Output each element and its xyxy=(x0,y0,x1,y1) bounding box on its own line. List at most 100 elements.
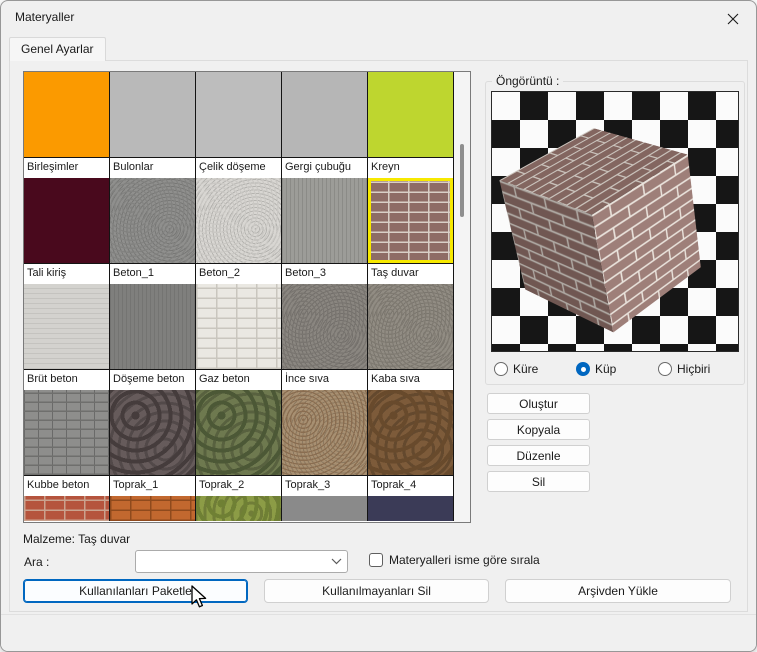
preview-shape-radio[interactable]: Küre xyxy=(494,362,576,376)
materials-dialog: Materyaller Genel Ayarlar Birleşimler Bul… xyxy=(0,0,757,652)
preview-group-label: Öngörüntü : xyxy=(492,74,564,88)
material-label: Çelik döşeme xyxy=(196,157,281,178)
close-icon[interactable] xyxy=(722,9,744,29)
radio-label: Küre xyxy=(513,362,539,376)
materials-list: Birleşimler Bulonlar Çelik döşeme Gergi çub… xyxy=(23,71,471,523)
material-thumbnail xyxy=(282,284,367,369)
material-thumbnail xyxy=(282,496,367,521)
material-tile[interactable] xyxy=(282,496,368,521)
material-tile[interactable]: Beton_1 xyxy=(110,178,196,284)
material-thumbnail xyxy=(24,390,109,475)
material-thumbnail xyxy=(24,72,109,157)
material-thumbnail xyxy=(196,178,281,263)
material-status: Malzeme: Taş duvar xyxy=(23,532,131,546)
material-thumbnail xyxy=(282,178,367,263)
action-button[interactable]: Kullanılanları Paketle xyxy=(23,579,248,603)
material-tile[interactable] xyxy=(368,496,454,521)
radio-label: Küp xyxy=(595,362,617,376)
material-tile[interactable]: Beton_2 xyxy=(196,178,282,284)
material-label: Toprak_3 xyxy=(282,475,367,496)
search-combobox[interactable] xyxy=(135,550,348,573)
material-label: Döşeme beton xyxy=(110,369,195,390)
material-label: Beton_2 xyxy=(196,263,281,284)
material-tile[interactable]: Bulonlar xyxy=(110,72,196,178)
material-tile[interactable]: Tali kiriş xyxy=(24,178,110,284)
scrollbar-track[interactable] xyxy=(454,72,470,522)
material-tile[interactable]: İnce sıva xyxy=(282,284,368,390)
material-thumbnail xyxy=(196,390,281,475)
action-button[interactable]: Kullanılmayanları Sil xyxy=(264,579,489,603)
material-tile[interactable] xyxy=(24,496,110,521)
preview-shape-radio[interactable]: Küp xyxy=(576,362,658,376)
footer: Tamam İptal xyxy=(1,615,756,651)
preview-shape-radio[interactable]: Hiçbiri xyxy=(658,362,740,376)
material-tile[interactable]: Gaz beton xyxy=(196,284,282,390)
action-button[interactable]: Arşivden Yükle xyxy=(505,579,731,603)
material-label: Beton_1 xyxy=(110,263,195,284)
titlebar: Materyaller xyxy=(1,1,756,33)
side-button-düzenle[interactable]: Düzenle xyxy=(487,445,590,466)
material-tile[interactable]: Toprak_3 xyxy=(282,390,368,496)
preview-cube xyxy=(499,128,701,333)
material-tile[interactable]: Taş duvar xyxy=(368,178,454,284)
material-thumbnail xyxy=(110,178,195,263)
material-tile[interactable]: Beton_3 xyxy=(282,178,368,284)
material-tile[interactable]: Toprak_1 xyxy=(110,390,196,496)
material-thumbnail xyxy=(282,72,367,157)
checkbox-icon[interactable] xyxy=(369,553,383,567)
tab-genel-ayarlar[interactable]: Genel Ayarlar xyxy=(9,37,106,61)
sort-checkbox-label: Materyalleri isme göre sırala xyxy=(389,553,540,567)
material-tile[interactable] xyxy=(110,496,196,521)
material-thumbnail xyxy=(24,178,109,263)
material-label: Bulonlar xyxy=(110,157,195,178)
material-tile[interactable]: Kubbe beton xyxy=(24,390,110,496)
material-thumbnail xyxy=(110,496,195,521)
side-button-sil[interactable]: Sil xyxy=(487,471,590,492)
radio-icon xyxy=(494,362,508,376)
material-thumbnail xyxy=(196,72,281,157)
material-tile[interactable]: Kaba sıva xyxy=(368,284,454,390)
material-label: Kreyn xyxy=(368,157,453,178)
material-tile[interactable]: Birleşimler xyxy=(24,72,110,178)
radio-label: Hiçbiri xyxy=(677,362,711,376)
material-label: Beton_3 xyxy=(282,263,367,284)
material-thumbnail xyxy=(368,178,453,263)
material-thumbnail xyxy=(196,496,281,521)
material-tile[interactable]: Döşeme beton xyxy=(110,284,196,390)
material-label: Gaz beton xyxy=(196,369,281,390)
side-button-kopyala[interactable]: Kopyala xyxy=(487,419,590,440)
material-label: Kubbe beton xyxy=(24,475,109,496)
material-tile[interactable] xyxy=(196,496,282,521)
material-tile[interactable]: Toprak_2 xyxy=(196,390,282,496)
material-thumbnail xyxy=(24,496,109,521)
material-thumbnail xyxy=(368,496,453,521)
material-label: Gergi çubuğu xyxy=(282,157,367,178)
material-thumbnail xyxy=(282,390,367,475)
material-label: İnce sıva xyxy=(282,369,367,390)
side-button-oluştur[interactable]: Oluştur xyxy=(487,393,590,414)
preview-viewport xyxy=(491,91,739,352)
dialog-title: Materyaller xyxy=(15,10,75,24)
scrollbar-thumb[interactable] xyxy=(460,144,464,217)
material-tile[interactable]: Gergi çubuğu xyxy=(282,72,368,178)
chevron-down-icon[interactable] xyxy=(325,558,347,565)
material-label: Kaba sıva xyxy=(368,369,453,390)
preview-groupbox: Öngörüntü : Küre Küp Hiçbiri xyxy=(485,74,745,385)
action-buttons: Kullanılanları Paketle Kullanılmayanları … xyxy=(1,579,756,603)
material-thumbnail xyxy=(368,72,453,157)
search-label: Ara : xyxy=(24,555,50,569)
material-label: Toprak_4 xyxy=(368,475,453,496)
material-label: Birleşimler xyxy=(24,157,109,178)
sort-checkbox-row[interactable]: Materyalleri isme göre sırala xyxy=(369,553,540,567)
material-tile[interactable]: Kreyn xyxy=(368,72,454,178)
material-tile[interactable]: Çelik döşeme xyxy=(196,72,282,178)
shape-radio-group: Küre Küp Hiçbiri xyxy=(494,362,740,376)
material-thumbnail xyxy=(196,284,281,369)
material-tile[interactable]: Brüt beton xyxy=(24,284,110,390)
material-thumbnail xyxy=(110,390,195,475)
material-label: Tali kiriş xyxy=(24,263,109,284)
material-thumbnail xyxy=(24,284,109,369)
material-tile[interactable]: Toprak_4 xyxy=(368,390,454,496)
material-thumbnail xyxy=(110,284,195,369)
side-buttons: Oluştur Kopyala Düzenle Sil xyxy=(487,393,590,492)
